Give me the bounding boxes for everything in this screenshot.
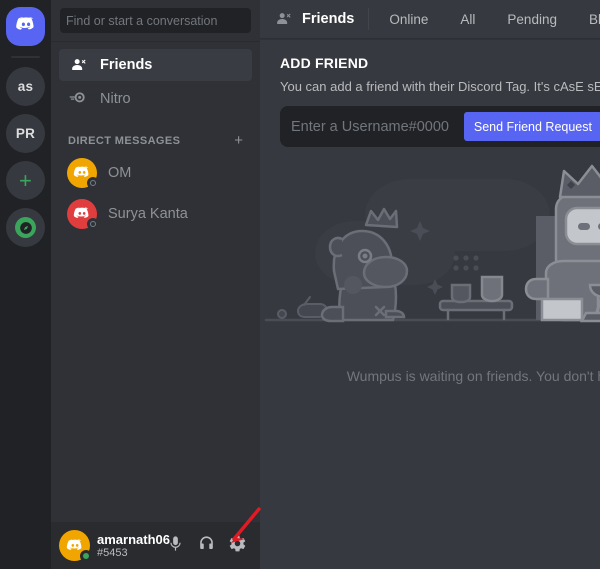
microphone-icon <box>166 534 185 558</box>
discriminator-label: #5453 <box>97 546 128 559</box>
avatar[interactable] <box>59 530 92 562</box>
page-title-label: Friends <box>302 11 355 27</box>
status-indicator <box>87 177 99 189</box>
server-as-label: as <box>17 79 34 94</box>
page-title: Friends <box>272 8 354 30</box>
send-friend-request-button[interactable]: Send Friend Request <box>463 112 600 141</box>
status-indicator <box>80 550 92 562</box>
server-rail: as PR + <box>0 0 51 569</box>
gear-icon <box>228 534 247 558</box>
dm-list-item-om[interactable]: OM <box>59 153 252 193</box>
friends-content: ADD FRIEND You can add a friend with the… <box>260 39 600 569</box>
dm-list-item-surya-kanta[interactable]: Surya Kanta <box>59 194 252 234</box>
direct-messages-header: DIRECT MESSAGES + <box>51 117 260 153</box>
tab-pending[interactable]: Pending <box>499 10 565 29</box>
server-pr-label: PR <box>15 126 36 141</box>
sidebar-item-nitro-label: Nitro <box>100 91 131 107</box>
sidebar-nav-list: Friends Nitro <box>51 42 260 117</box>
wumpus-waiting-illustration <box>264 164 600 323</box>
discord-app-window: as PR + Find or start a conversation Fri… <box>0 0 600 569</box>
avatar <box>67 158 99 189</box>
home-button[interactable] <box>6 7 45 46</box>
mute-button[interactable] <box>161 531 190 560</box>
settings-button[interactable] <box>223 531 252 560</box>
tab-online[interactable]: Online <box>381 10 436 29</box>
plus-icon: + <box>18 167 33 193</box>
server-as[interactable]: as <box>6 67 45 106</box>
tab-all[interactable]: All <box>452 10 483 29</box>
add-friend-heading: ADD FRIEND <box>280 55 369 71</box>
topbar-divider <box>368 8 370 30</box>
search-input[interactable]: Find or start a conversation <box>60 8 251 33</box>
user-info[interactable]: amarnath06 #5453 <box>97 531 170 560</box>
empty-state: Wumpus is waiting on friends. You don't … <box>260 161 600 569</box>
explore-servers-button[interactable] <box>6 208 45 247</box>
user-panel-actions <box>161 531 252 560</box>
add-friend-section: ADD FRIEND You can add a friend with the… <box>260 39 600 147</box>
friends-icon <box>272 8 294 30</box>
user-panel: amarnath06 #5453 <box>51 522 260 569</box>
server-pr[interactable]: PR <box>6 114 45 153</box>
add-friend-description: You can add a friend with their Discord … <box>280 79 600 94</box>
compass-icon <box>15 217 36 238</box>
direct-messages-label: DIRECT MESSAGES <box>68 134 181 147</box>
avatar <box>67 199 99 230</box>
tab-blocked[interactable]: Blocked <box>581 10 600 29</box>
discord-home-icon <box>14 13 38 40</box>
nitro-icon <box>67 88 89 110</box>
username-label: amarnath06 <box>97 531 170 547</box>
add-friend-input[interactable] <box>291 118 464 135</box>
rail-divider <box>11 56 40 58</box>
search-bar-container: Find or start a conversation <box>51 0 260 42</box>
add-server-button[interactable]: + <box>6 161 45 200</box>
sidebar-item-friends-label: Friends <box>100 57 153 73</box>
empty-state-text: Wumpus is waiting on friends. You don't … <box>346 368 600 384</box>
friends-topbar: Friends Online All Pending Blocked <box>260 0 600 39</box>
sidebar-item-friends[interactable]: Friends <box>59 49 252 81</box>
add-friend-input-row: Send Friend Request <box>280 106 600 147</box>
dm-list-item-label: Surya Kanta <box>108 206 188 222</box>
dm-list-item-label: OM <box>108 165 132 181</box>
deafen-button[interactable] <box>192 531 221 560</box>
status-indicator <box>87 218 99 230</box>
main-content: Friends Online All Pending Blocked ADD F… <box>260 0 600 569</box>
channel-sidebar: Find or start a conversation Friends Nit… <box>51 0 260 569</box>
create-dm-button[interactable]: + <box>234 133 243 148</box>
sidebar-item-nitro[interactable]: Nitro <box>59 83 252 115</box>
friends-icon <box>67 54 89 76</box>
headphones-icon <box>197 534 216 558</box>
